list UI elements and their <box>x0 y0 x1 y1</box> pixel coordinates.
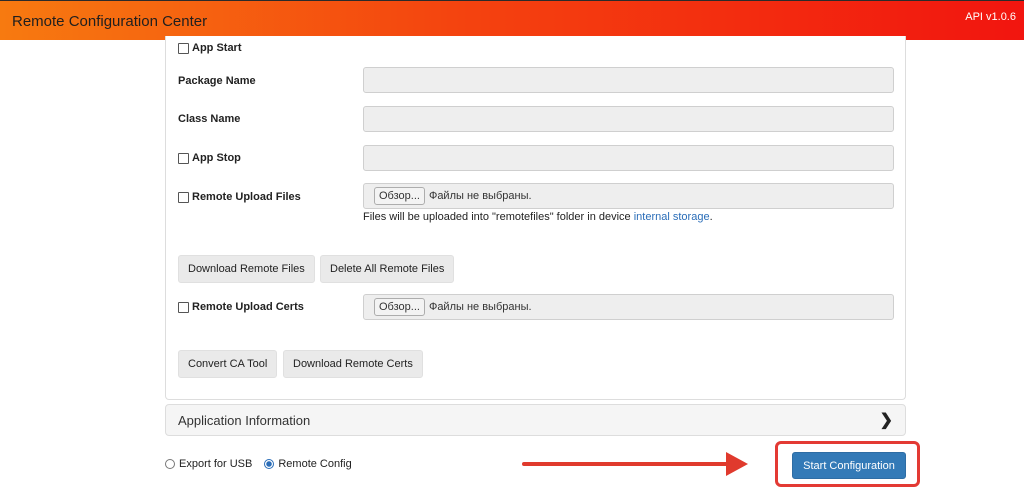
app-stop-checkbox[interactable] <box>178 152 189 164</box>
annotation-arrow-head <box>726 452 748 476</box>
remote-upload-certs-option[interactable]: Remote Upload Certs <box>178 301 304 313</box>
browse-files-button[interactable]: Обзор... <box>374 187 425 205</box>
remote-certs-file-input[interactable]: Обзор... Файлы не выбраны. <box>363 294 894 320</box>
upload-hint: Files will be uploaded into "remotefiles… <box>363 211 713 223</box>
delete-all-remote-files-button[interactable]: Delete All Remote Files <box>320 255 455 283</box>
remote-files-file-input[interactable]: Обзор... Файлы не выбраны. <box>363 183 894 209</box>
remote-upload-certs-checkbox[interactable] <box>178 301 189 313</box>
app-stop-label: App Stop <box>192 152 241 164</box>
browse-certs-button[interactable]: Обзор... <box>374 298 425 316</box>
package-name-label-text: Package Name <box>178 75 256 87</box>
api-version-label: API v1.0.6 <box>965 11 1016 23</box>
class-name-label-text: Class Name <box>178 113 241 125</box>
remote-upload-files-label: Remote Upload Files <box>192 191 301 203</box>
export-for-usb-radio[interactable] <box>165 459 175 469</box>
app-stop-input[interactable] <box>363 145 894 171</box>
annotation-arrow-line <box>522 462 730 466</box>
upload-hint-text: Files will be uploaded into "remotefiles… <box>363 211 634 223</box>
package-name-label: Package Name <box>178 75 256 87</box>
app-title: Remote Configuration Center <box>12 13 208 30</box>
class-name-label: Class Name <box>178 113 240 125</box>
convert-ca-tool-button[interactable]: Convert CA Tool <box>178 350 278 378</box>
chevron-right-icon: ❯ <box>879 412 893 429</box>
upload-hint-end: . <box>709 211 713 223</box>
remote-config-label[interactable]: Remote Config <box>278 458 351 470</box>
app-start-checkbox[interactable] <box>178 42 189 54</box>
download-remote-certs-button[interactable]: Download Remote Certs <box>283 350 423 378</box>
internal-storage-link[interactable]: internal storage <box>634 211 710 223</box>
remote-upload-files-option[interactable]: Remote Upload Files <box>178 191 301 203</box>
application-information-accordion[interactable]: Application Information ❯ <box>165 404 906 436</box>
app-start-label: App Start <box>192 42 242 54</box>
download-remote-files-button[interactable]: Download Remote Files <box>178 255 315 283</box>
remote-upload-files-checkbox[interactable] <box>178 191 189 203</box>
top-bar: Remote Configuration Center API v1.0.6 <box>0 0 1024 40</box>
package-name-input[interactable] <box>363 67 894 93</box>
mode-selector: Export for USB Remote Config <box>165 458 352 470</box>
certs-status-text: Файлы не выбраны. <box>428 301 532 313</box>
accordion-title: Application Information <box>178 413 311 428</box>
app-stop-option[interactable]: App Stop <box>178 152 241 164</box>
files-status-text: Файлы не выбраны. <box>428 190 532 202</box>
remote-upload-certs-label: Remote Upload Certs <box>192 301 304 313</box>
export-for-usb-label[interactable]: Export for USB <box>179 458 252 470</box>
start-configuration-button[interactable]: Start Configuration <box>792 452 906 479</box>
class-name-input[interactable] <box>363 106 894 132</box>
remote-config-radio[interactable] <box>264 459 275 469</box>
app-start-option[interactable]: App Start <box>178 42 242 54</box>
